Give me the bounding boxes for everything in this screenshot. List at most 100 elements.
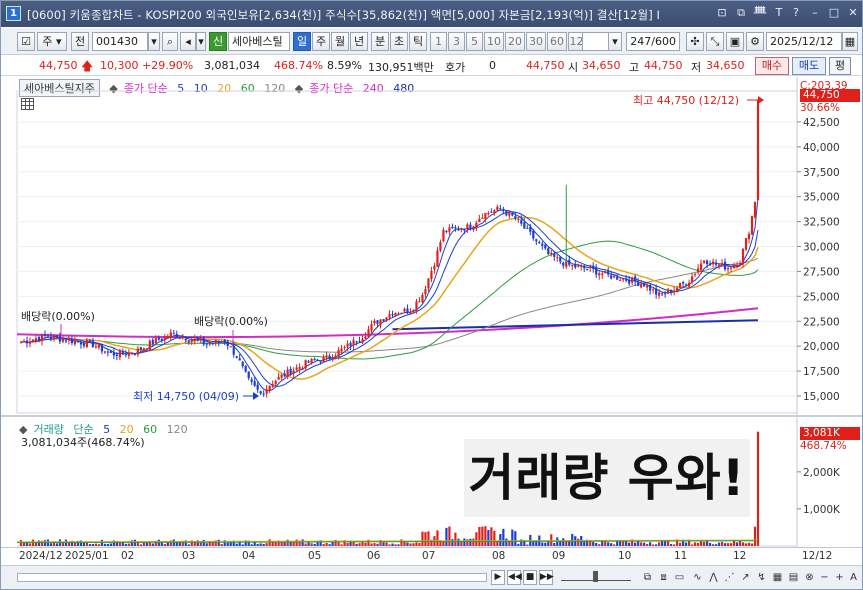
candle bbox=[699, 263, 703, 270]
draw-icon[interactable]: ⋰ bbox=[723, 571, 736, 584]
candle bbox=[415, 301, 418, 311]
save-icon[interactable]: ▣ bbox=[726, 32, 744, 51]
candle bbox=[484, 212, 487, 220]
candle bbox=[70, 339, 74, 344]
layout-icon[interactable]: ⧈ bbox=[657, 571, 670, 584]
minimize-icon[interactable]: – bbox=[808, 6, 822, 20]
x-tick: 03 bbox=[182, 550, 196, 562]
window-icon[interactable]: ▭ bbox=[673, 571, 686, 584]
candle bbox=[448, 227, 451, 232]
candle bbox=[658, 292, 661, 296]
volume-bar bbox=[151, 543, 154, 546]
eraser-icon[interactable]: ▤ bbox=[787, 571, 800, 584]
candle bbox=[22, 341, 26, 343]
gear-icon[interactable]: ⚙ bbox=[746, 32, 764, 51]
vol-ma-120[interactable]: 120 bbox=[167, 423, 188, 436]
tab-period-year[interactable]: 년 bbox=[350, 32, 368, 51]
scrollbar-track[interactable] bbox=[17, 573, 487, 582]
candle bbox=[211, 343, 214, 345]
interval-1[interactable]: 1 bbox=[430, 32, 447, 51]
dividend-annotation: 배당락(0.00%) bbox=[21, 310, 95, 323]
calendar-icon[interactable]: ▦ bbox=[842, 32, 858, 51]
draw-icon[interactable]: ∿ bbox=[691, 571, 704, 584]
chevron-down-icon[interactable]: ▾ bbox=[608, 32, 622, 51]
pin-icon[interactable]: ᚙ bbox=[753, 6, 767, 20]
tab-period-minute[interactable]: 분 bbox=[371, 32, 389, 51]
close-icon[interactable]: ✕ bbox=[846, 6, 860, 20]
candle bbox=[559, 256, 562, 262]
candle bbox=[220, 341, 223, 343]
search-icon[interactable]: ⌕ bbox=[162, 32, 178, 51]
candle bbox=[394, 312, 397, 316]
vol-ma-60[interactable]: 60 bbox=[143, 423, 157, 436]
stop-icon[interactable]: ■ bbox=[523, 570, 537, 585]
volume-bar bbox=[646, 543, 649, 546]
zoom-slider-thumb[interactable] bbox=[593, 571, 598, 582]
tab-period-day[interactable]: 일 bbox=[293, 32, 311, 51]
candle bbox=[334, 355, 337, 359]
tab-period-week[interactable]: 주 bbox=[312, 32, 330, 51]
vol-tick-label: 1,000K bbox=[803, 504, 841, 516]
interval-30[interactable]: 30 bbox=[526, 32, 546, 51]
market-type-select[interactable]: 주 ▾ bbox=[37, 32, 67, 51]
app-icon: 1 bbox=[6, 6, 21, 21]
eval-button[interactable]: 평 bbox=[829, 57, 851, 75]
draw-icon[interactable]: ↯ bbox=[755, 571, 768, 584]
tab-period-second[interactable]: 초 bbox=[390, 32, 408, 51]
forward-icon[interactable]: ▶▶ bbox=[539, 570, 554, 585]
speaker-dropdown-icon[interactable]: ▾ bbox=[196, 32, 206, 51]
buy-button[interactable]: 매수 bbox=[755, 57, 789, 75]
draw-icon[interactable]: ↗ bbox=[739, 571, 752, 584]
volume-bar bbox=[532, 541, 535, 546]
candle bbox=[655, 288, 658, 295]
tab-period-month[interactable]: 월 bbox=[331, 32, 349, 51]
checkbox-icon[interactable]: ☑ bbox=[17, 32, 35, 51]
crosshair-icon[interactable]: ✣ bbox=[686, 32, 704, 51]
maximize-icon[interactable]: □ bbox=[827, 6, 841, 20]
candle bbox=[667, 289, 670, 294]
tab-period-tick[interactable]: 틱 bbox=[409, 32, 427, 51]
speaker-icon[interactable]: ◂ bbox=[180, 32, 196, 51]
all-button[interactable]: 전 bbox=[71, 32, 89, 51]
date-input[interactable]: 2025/12/12 bbox=[766, 32, 842, 51]
candle bbox=[741, 248, 745, 264]
reset-icon[interactable]: ⊗ bbox=[803, 571, 816, 584]
stock-code-input[interactable]: 001430 bbox=[92, 32, 148, 51]
interval-60[interactable]: 60 bbox=[547, 32, 567, 51]
candle bbox=[705, 260, 709, 264]
help-icon[interactable]: ? bbox=[789, 6, 803, 20]
draw-icon[interactable]: ⋀ bbox=[707, 571, 720, 584]
link-icon[interactable]: ⊡ bbox=[715, 6, 729, 20]
dividend-annotation: 배당락(0.00%) bbox=[194, 315, 268, 328]
layout-icon[interactable]: ⧉ bbox=[641, 571, 654, 584]
restore-icon[interactable]: ⧉ bbox=[734, 6, 748, 20]
count-field[interactable]: 247/600 bbox=[626, 32, 680, 51]
sell-button[interactable]: 매도 bbox=[792, 57, 826, 75]
font-size-icon[interactable]: A bbox=[847, 571, 860, 584]
zoom-out-icon[interactable]: − bbox=[818, 571, 831, 584]
pin-top-icon[interactable]: T bbox=[772, 6, 786, 20]
draw-tool-icon[interactable]: ⤡ bbox=[706, 32, 724, 51]
rewind-icon[interactable]: ◀◀ bbox=[507, 570, 522, 585]
interval-20[interactable]: 20 bbox=[505, 32, 525, 51]
interval-10[interactable]: 10 bbox=[484, 32, 504, 51]
candle bbox=[472, 226, 475, 230]
candle bbox=[652, 289, 655, 291]
volume-bar bbox=[463, 538, 466, 546]
grid-toggle-icon[interactable]: ▦ bbox=[771, 571, 784, 584]
candle bbox=[487, 213, 490, 215]
candle bbox=[676, 288, 679, 292]
candle bbox=[217, 340, 220, 342]
chevron-down-icon[interactable]: ▾ bbox=[148, 32, 160, 51]
candle bbox=[424, 289, 427, 295]
candle bbox=[28, 341, 32, 344]
candle bbox=[292, 370, 295, 374]
volume-bar bbox=[625, 541, 628, 546]
volume-bar bbox=[364, 542, 367, 546]
scroll-right-icon[interactable]: ▶ bbox=[491, 570, 505, 585]
candle bbox=[397, 313, 400, 315]
pane-splitter[interactable] bbox=[1, 415, 862, 417]
interval-5[interactable]: 5 bbox=[466, 32, 483, 51]
zoom-in-icon[interactable]: + bbox=[833, 571, 846, 584]
interval-3[interactable]: 3 bbox=[448, 32, 465, 51]
